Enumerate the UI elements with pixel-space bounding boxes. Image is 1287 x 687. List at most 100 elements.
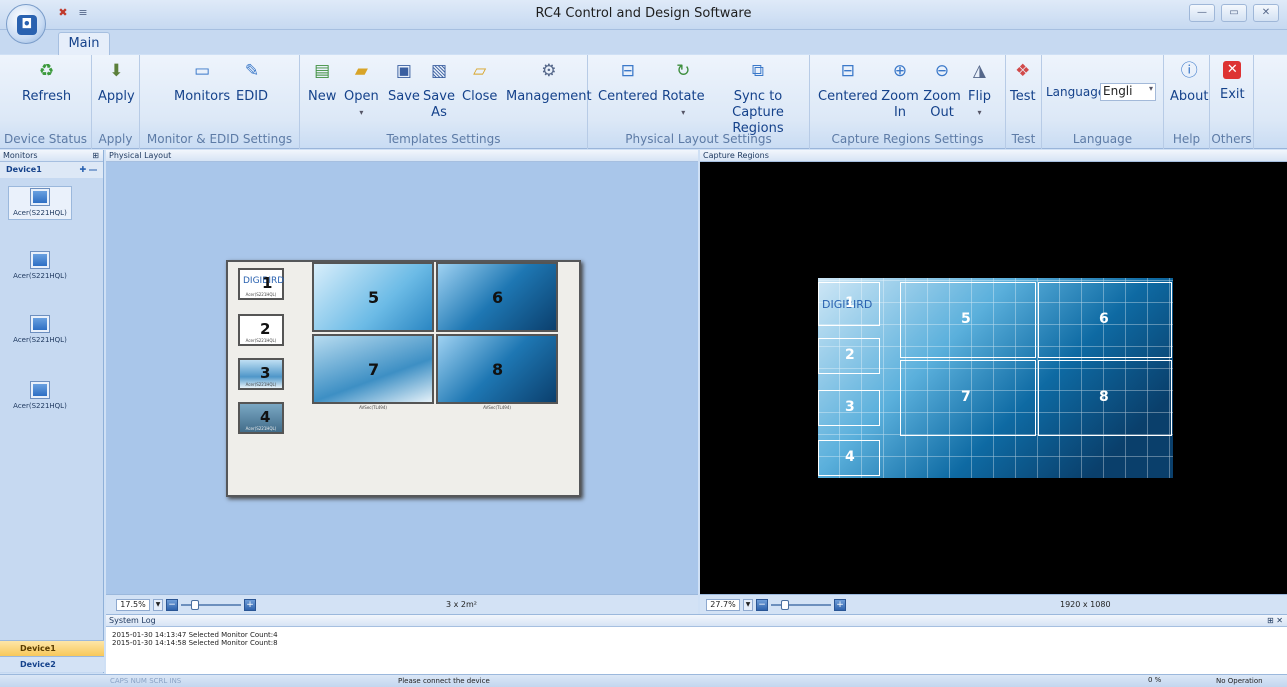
tile-number: 8 bbox=[492, 360, 504, 379]
flip-button[interactable]: ◮ Flip ▾ bbox=[968, 61, 991, 121]
tile-2[interactable]: 2 Acer(S221HQL) bbox=[238, 314, 284, 346]
physical-centered-button[interactable]: ⊟ Centered bbox=[598, 61, 658, 105]
zoom-plus-button[interactable]: + bbox=[834, 599, 846, 611]
physical-layout-canvas[interactable]: DIGIBIRD 1 Acer(S221HQL) 2 Acer(S221HQL)… bbox=[226, 260, 581, 497]
physical-zoom-control: 17.5% ▼ − + bbox=[116, 599, 256, 611]
edid-button[interactable]: ✎ EDID bbox=[236, 61, 268, 105]
capture-region-4[interactable]: 4 bbox=[818, 440, 880, 476]
tile-4[interactable]: 4 Acer(S221HQL) bbox=[238, 402, 284, 434]
tile-6[interactable]: 6 bbox=[436, 262, 558, 332]
device-tab-2[interactable]: Device2 bbox=[0, 656, 104, 672]
refresh-button[interactable]: ♻ Refresh bbox=[22, 61, 71, 105]
group-label: Monitor & EDID Settings bbox=[146, 132, 293, 146]
management-button[interactable]: ⚙ Management bbox=[506, 61, 592, 105]
tab-main[interactable]: Main bbox=[58, 32, 110, 56]
rotate-button[interactable]: ↻ Rotate ▾ bbox=[662, 61, 705, 121]
zoom-out-button[interactable]: ⊖ Zoom Out bbox=[923, 61, 960, 121]
monitors-panel-header: Monitors ⊞ bbox=[0, 150, 103, 162]
new-icon: ▤ bbox=[314, 61, 331, 81]
test-icon: ❖ bbox=[1015, 61, 1031, 81]
capture-zoom-value[interactable]: 27.7% bbox=[706, 599, 740, 611]
physical-centered-label: Centered bbox=[598, 89, 658, 104]
chevron-down-icon[interactable]: ▼ bbox=[153, 599, 163, 611]
monitor-label: Acer(S221HQL) bbox=[13, 209, 67, 217]
save-as-button[interactable]: ▧ Save As bbox=[423, 61, 455, 121]
monitor-item[interactable]: Acer(S221HQL) bbox=[8, 316, 72, 344]
flip-dropdown-icon[interactable]: ▾ bbox=[977, 105, 981, 121]
save-button[interactable]: ▣ Save bbox=[388, 61, 420, 105]
test-label: Test bbox=[1010, 89, 1036, 104]
monitor-item[interactable]: Acer(S221HQL) bbox=[8, 186, 72, 220]
rotate-dropdown-icon[interactable]: ▾ bbox=[681, 105, 685, 121]
open-folder-icon: ▰ bbox=[354, 61, 368, 81]
capture-zoom-slider[interactable] bbox=[771, 600, 831, 610]
open-button[interactable]: ▰ Open ▾ bbox=[344, 61, 379, 121]
region-number: 8 bbox=[1099, 389, 1109, 405]
capture-region-5[interactable]: 5 bbox=[900, 282, 1036, 358]
group-others: ✕ Exit Others bbox=[1210, 55, 1254, 149]
capture-panel-title: Capture Regions bbox=[703, 151, 769, 160]
group-label: Others bbox=[1211, 132, 1252, 146]
monitor-item[interactable]: Acer(S221HQL) bbox=[8, 382, 72, 410]
monitor-icon bbox=[31, 189, 49, 205]
capture-region-8[interactable]: 8 bbox=[1038, 360, 1172, 436]
tile-5[interactable]: 5 bbox=[312, 262, 434, 332]
physical-zoom-value[interactable]: 17.5% bbox=[116, 599, 150, 611]
monitor-item[interactable]: Acer(S221HQL) bbox=[8, 252, 72, 280]
tile-7[interactable]: 7 bbox=[312, 334, 434, 404]
tile-1[interactable]: DIGIBIRD 1 Acer(S221HQL) bbox=[238, 268, 284, 300]
centered-icon: ⊟ bbox=[620, 61, 635, 81]
capture-region-6[interactable]: 6 bbox=[1038, 282, 1172, 358]
pin-icon[interactable]: ⊞ bbox=[92, 150, 103, 162]
tile-label: Acer(S221HQL) bbox=[245, 292, 277, 297]
status-message: Please connect the device bbox=[398, 677, 490, 685]
zoom-plus-button[interactable]: + bbox=[244, 599, 256, 611]
capture-region-7[interactable]: 7 bbox=[900, 360, 1036, 436]
zoom-in-button[interactable]: ⊕ Zoom In bbox=[881, 61, 918, 121]
zoom-minus-button[interactable]: − bbox=[166, 599, 178, 611]
about-button[interactable]: ⓘ About bbox=[1170, 61, 1208, 105]
device-header: Device1 ✚ ― bbox=[0, 162, 103, 178]
zoom-minus-button[interactable]: − bbox=[756, 599, 768, 611]
group-label: Test bbox=[1011, 132, 1036, 146]
tile-8[interactable]: 8 bbox=[436, 334, 558, 404]
test-button[interactable]: ❖ Test bbox=[1010, 61, 1036, 105]
physical-zoom-slider[interactable] bbox=[181, 600, 241, 610]
edid-icon: ✎ bbox=[244, 61, 260, 81]
maximize-button[interactable]: ▭ bbox=[1221, 4, 1247, 22]
capture-region-2[interactable]: 2 bbox=[818, 338, 880, 374]
group-test: ❖ Test Test bbox=[1006, 55, 1042, 149]
tile-3[interactable]: 3 Acer(S221HQL) bbox=[238, 358, 284, 390]
device-tab-1[interactable]: Device1 bbox=[0, 640, 104, 656]
monitors-button[interactable]: ▭ Monitors bbox=[174, 61, 230, 105]
close-icon[interactable]: ⊞ ✕ bbox=[1267, 615, 1287, 627]
sync-capture-button[interactable]: ⧉ Sync to Capture Regions bbox=[710, 61, 806, 137]
close-template-button[interactable]: ▱ Close bbox=[462, 61, 497, 105]
capture-preview-image[interactable]: DIGIBIRD 1 2 3 4 5 6 7 8 bbox=[818, 278, 1173, 478]
chevron-down-icon[interactable]: ▼ bbox=[743, 599, 753, 611]
slider-knob[interactable] bbox=[781, 600, 789, 610]
group-capture-regions: ⊟ Centered ⊕ Zoom In ⊖ Zoom Out ◮ Flip ▾… bbox=[810, 55, 1006, 149]
group-label: Help bbox=[1172, 132, 1201, 146]
exit-button[interactable]: ✕ Exit bbox=[1220, 61, 1245, 103]
open-dropdown-icon[interactable]: ▾ bbox=[359, 105, 363, 121]
application-menu-button[interactable]: ◘ bbox=[6, 4, 46, 44]
language-select[interactable]: Engli ▾ bbox=[1100, 83, 1156, 101]
close-window-button[interactable]: ✕ bbox=[1253, 4, 1279, 22]
physical-size-text: 3 x 2m² bbox=[446, 600, 477, 609]
group-physical-layout: ⊟ Centered ↻ Rotate ▾ ⧉ Sync to Capture … bbox=[588, 55, 810, 149]
capture-region-1[interactable]: 1 bbox=[818, 282, 880, 326]
add-remove-device-icons[interactable]: ✚ ― bbox=[80, 162, 104, 178]
new-button[interactable]: ▤ New bbox=[308, 61, 336, 105]
new-label: New bbox=[308, 89, 337, 104]
apply-button[interactable]: ⬇ Apply bbox=[98, 61, 135, 105]
exit-icon: ✕ bbox=[1223, 61, 1242, 79]
device-tabs: Device1 Device2 bbox=[0, 640, 104, 673]
capture-region-3[interactable]: 3 bbox=[818, 390, 880, 426]
group-device-status: ♻ Refresh Device Status bbox=[0, 55, 92, 149]
group-monitor-edid: ▭ Monitors ✎ EDID Monitor & EDID Setting… bbox=[140, 55, 300, 149]
minimize-button[interactable]: — bbox=[1189, 4, 1215, 22]
slider-knob[interactable] bbox=[191, 600, 199, 610]
rotate-label: Rotate bbox=[662, 89, 705, 104]
capture-centered-button[interactable]: ⊟ Centered bbox=[818, 61, 878, 105]
